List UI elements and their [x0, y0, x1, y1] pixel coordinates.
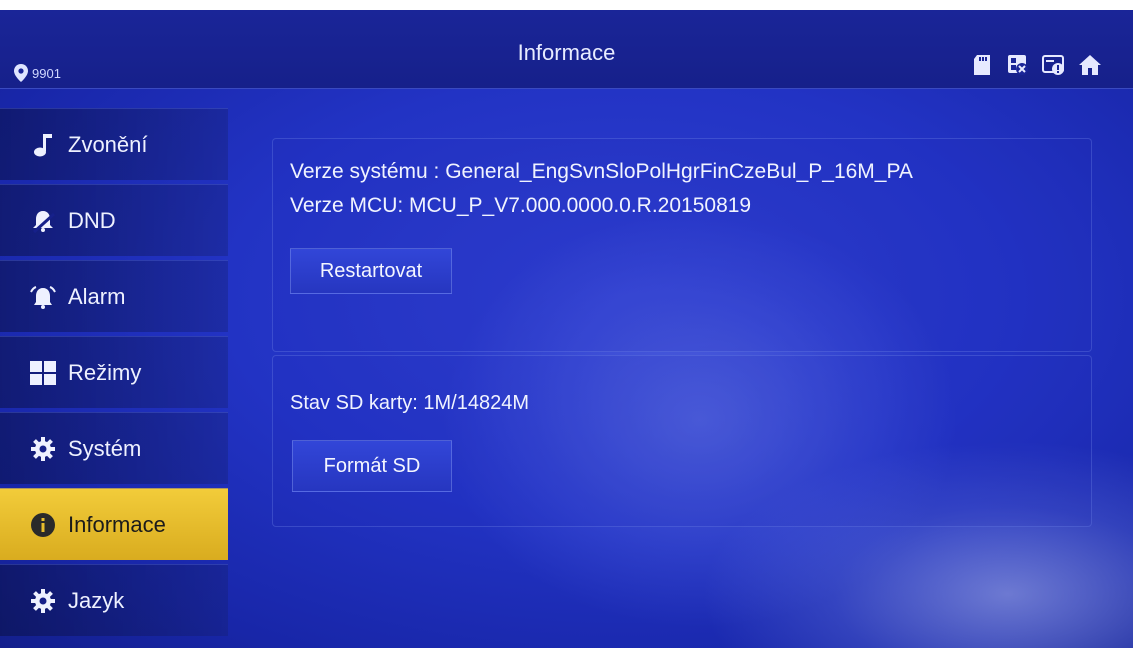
status-icons [969, 52, 1103, 78]
info-icon [28, 510, 58, 540]
sidebar-item-label: Zvonění [68, 131, 148, 157]
music-note-icon [28, 130, 58, 160]
sidebar-item-system[interactable]: Systém [0, 412, 228, 484]
top-bar: 9901 Informace [0, 10, 1133, 89]
network-error-icon [1005, 52, 1031, 78]
alarm-icon [28, 282, 58, 312]
restart-button[interactable]: Restartovat [290, 248, 452, 294]
sidebar-item-label: Alarm [68, 283, 126, 309]
page-title: Informace [517, 40, 616, 65]
mcu-version: Verze MCU: MCU_P_V7.000.0000.0.R.2015081… [290, 194, 752, 217]
location-id: 9901 [32, 65, 61, 81]
sidebar-item-jazyk[interactable]: Jazyk [0, 564, 228, 636]
format-sd-button[interactable]: Formát SD [292, 440, 452, 492]
location-pin-icon [14, 64, 28, 82]
sidebar-item-rezimy[interactable]: Režimy [0, 336, 228, 408]
sidebar-item-label: Systém [68, 435, 142, 461]
sidebar-item-zvoneni[interactable]: Zvonění [0, 108, 228, 180]
sd-status: Stav SD karty: 1M/14824M [290, 392, 529, 414]
location-indicator: 9901 [14, 64, 61, 82]
gear-icon [28, 586, 58, 616]
sidebar-item-label: Jazyk [68, 587, 125, 613]
device-screen: 9901 Informace Zvonění DND Alarm Režimy … [0, 10, 1133, 648]
sidebar-item-dnd[interactable]: DND [0, 184, 228, 256]
sidebar-item-informace[interactable]: Informace [0, 488, 228, 560]
card-info-icon [1041, 52, 1067, 78]
system-version: Verze systému : General_EngSvnSloPolHgrF… [290, 160, 913, 183]
home-icon[interactable] [1077, 52, 1103, 78]
sidebar-item-label: DND [68, 207, 116, 233]
sidebar: Zvonění DND Alarm Režimy Systém Informac… [0, 108, 230, 648]
sidebar-item-label: Informace [68, 511, 166, 537]
bell-mute-icon [28, 206, 58, 236]
sd-card-icon [969, 52, 995, 78]
modes-grid-icon [28, 358, 58, 388]
sidebar-item-alarm[interactable]: Alarm [0, 260, 228, 332]
sidebar-item-label: Režimy [68, 359, 142, 385]
gear-icon [28, 434, 58, 464]
